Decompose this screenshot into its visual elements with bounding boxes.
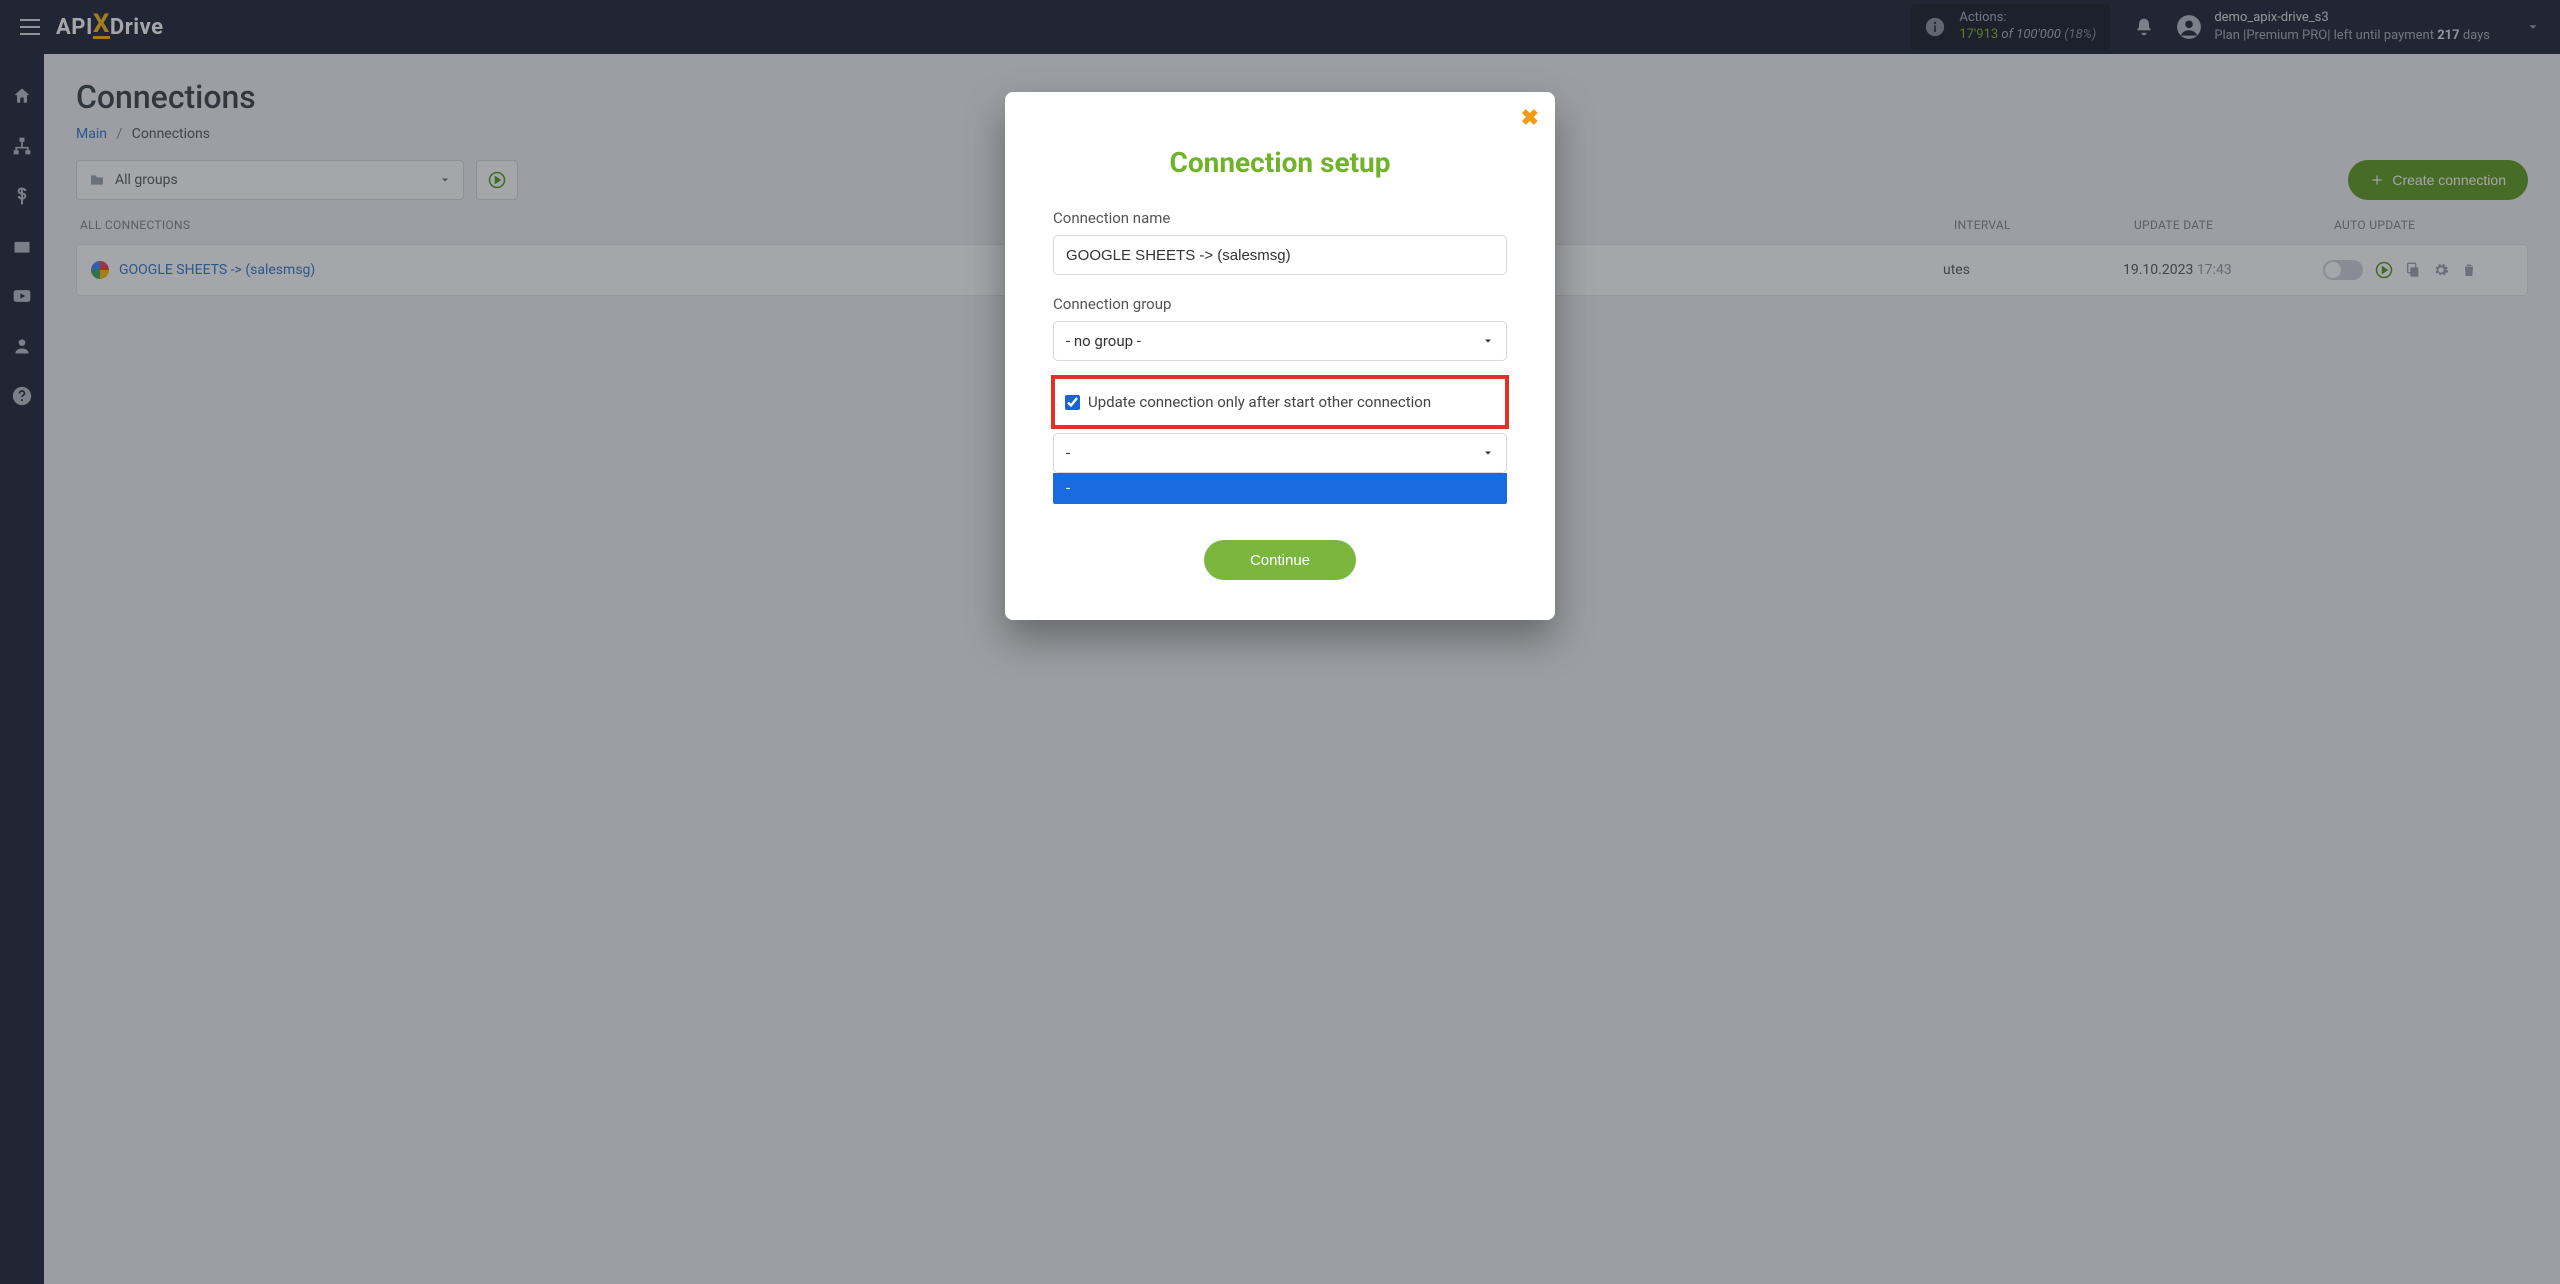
update-after-other-label: Update connection only after start other…: [1088, 393, 1431, 411]
dependent-connection-option[interactable]: -: [1053, 473, 1507, 504]
close-icon[interactable]: ✖: [1521, 106, 1539, 131]
modal-title: Connection setup: [1053, 146, 1507, 179]
chevron-down-icon: [1482, 447, 1494, 459]
connection-name-input[interactable]: [1053, 235, 1507, 275]
chevron-down-icon: [1482, 335, 1494, 347]
dependent-connection-select[interactable]: -: [1053, 433, 1507, 473]
continue-button[interactable]: Continue: [1204, 540, 1356, 580]
connection-group-select[interactable]: - no group -: [1053, 321, 1507, 361]
connection-setup-modal: ✖ Connection setup Connection name Conne…: [1005, 92, 1555, 620]
connection-name-label: Connection name: [1053, 209, 1507, 227]
update-after-other-checkbox[interactable]: [1065, 395, 1080, 410]
highlighted-option: Update connection only after start other…: [1053, 377, 1507, 427]
connection-group-label: Connection group: [1053, 295, 1507, 313]
